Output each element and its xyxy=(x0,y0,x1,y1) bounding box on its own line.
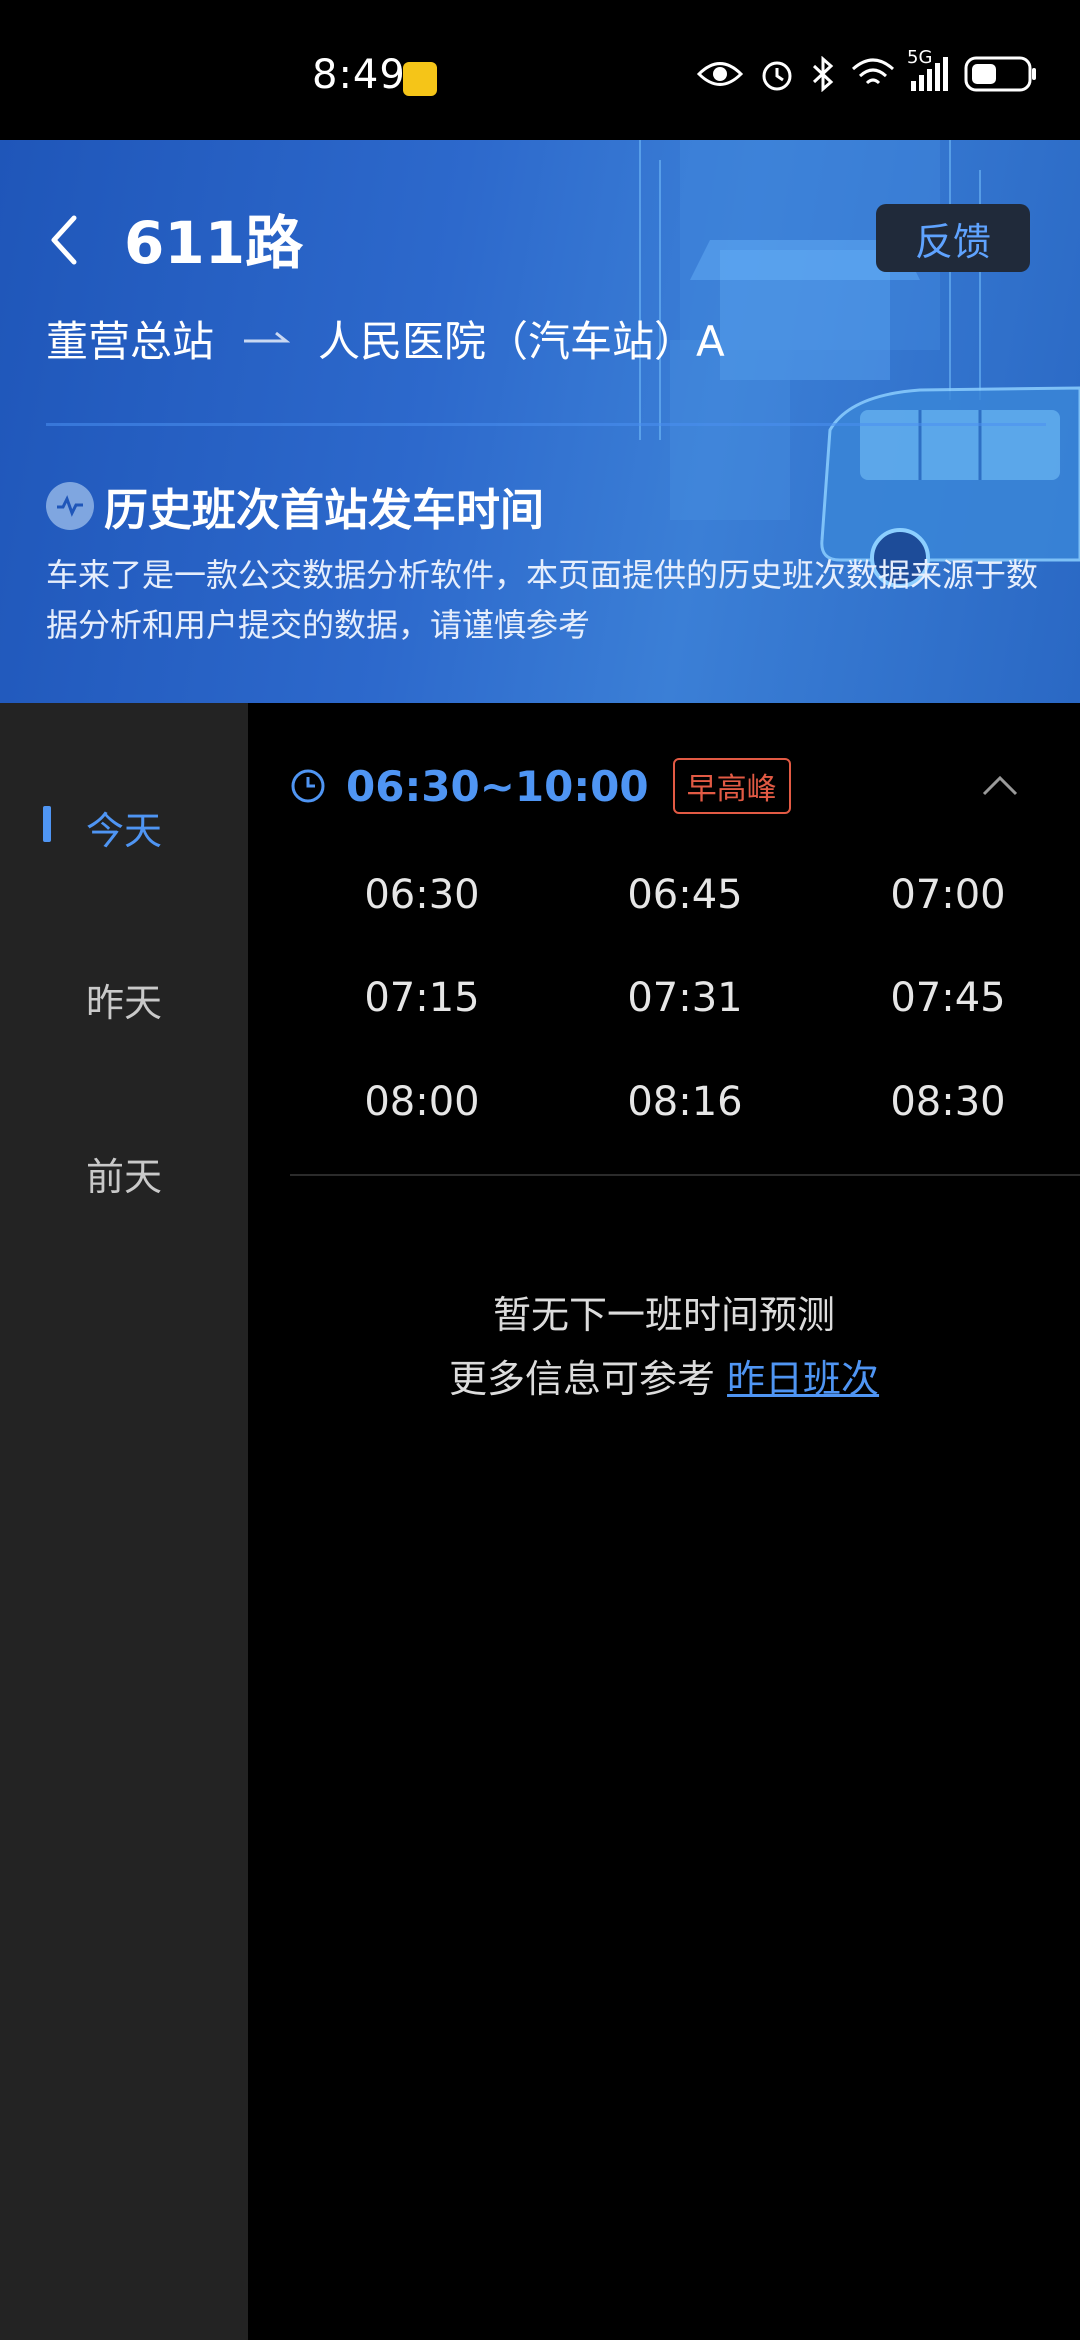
departure-time: 08:16 xyxy=(627,1079,743,1125)
departure-time: 07:00 xyxy=(890,872,1006,918)
route-to: 人民医院（汽车站）A xyxy=(318,317,725,366)
route-stations: 董营总站 人民医院（汽车站）A xyxy=(46,308,725,369)
section-title-text: 历史班次首站发车时间 xyxy=(104,485,544,536)
departure-time: 08:00 xyxy=(364,1079,480,1125)
departure-time: 06:45 xyxy=(627,872,743,918)
eye-icon xyxy=(697,62,743,86)
app-notification-icon xyxy=(403,62,437,96)
alarm-icon xyxy=(762,61,792,91)
more-info-text: 更多信息可参考 xyxy=(448,1357,715,1401)
data-disclaimer: 车来了是一款公交数据分析软件，本页面提供的历史班次数据来源于数据分析和用户提交的… xyxy=(46,556,1039,644)
arrow-right-icon xyxy=(244,331,291,342)
departure-time: 07:15 xyxy=(364,975,480,1021)
route-title: 611路 xyxy=(124,209,304,277)
bluetooth-icon xyxy=(812,56,834,92)
status-bar: 8:49 5G xyxy=(0,0,1080,140)
content-divider xyxy=(290,1174,1080,1176)
section-title: 历史班次首站发车时间 xyxy=(46,474,544,538)
sidebar-item-day-before[interactable]: 前天 xyxy=(0,1146,248,1201)
clock-icon xyxy=(291,769,325,803)
yesterday-schedule-link[interactable]: 昨日班次 xyxy=(727,1357,879,1401)
departure-time: 07:45 xyxy=(890,975,1006,1021)
status-time: 8:49 xyxy=(312,52,406,98)
departure-time: 07:31 xyxy=(627,975,743,1021)
feedback-button[interactable]: 反馈 xyxy=(876,204,1030,272)
back-icon[interactable] xyxy=(44,210,84,270)
history-chart-icon xyxy=(46,482,94,530)
departure-time: 06:30 xyxy=(364,872,480,918)
more-info-line: 更多信息可参考 昨日班次 xyxy=(248,1348,1080,1403)
route-from: 董营总站 xyxy=(46,317,215,366)
header-divider xyxy=(46,423,1046,426)
sidebar-item-yesterday[interactable]: 昨天 xyxy=(0,972,248,1027)
period-range: 06:30~10:00 xyxy=(346,761,649,811)
sidebar-item-today[interactable]: 今天 xyxy=(0,800,248,855)
battery-icon xyxy=(964,56,1036,92)
peak-badge: 早高峰 xyxy=(672,758,791,814)
day-sidebar xyxy=(0,703,248,2340)
status-icons: 5G xyxy=(697,47,1038,92)
route-header: 611路 反馈 董营总站 人民医院（汽车站）A 历史班次首站发车时间 车来了是一… xyxy=(0,140,1080,703)
departure-time: 08:30 xyxy=(890,1079,1006,1125)
chevron-up-icon[interactable] xyxy=(980,772,1020,798)
signal-icon: 5G xyxy=(907,47,948,91)
network-label: 5G xyxy=(907,47,933,68)
no-prediction-text: 暂无下一班时间预测 xyxy=(492,1293,835,1337)
wifi-icon xyxy=(851,58,895,85)
period-header[interactable]: 06:30~10:00 早高峰 xyxy=(290,758,791,814)
